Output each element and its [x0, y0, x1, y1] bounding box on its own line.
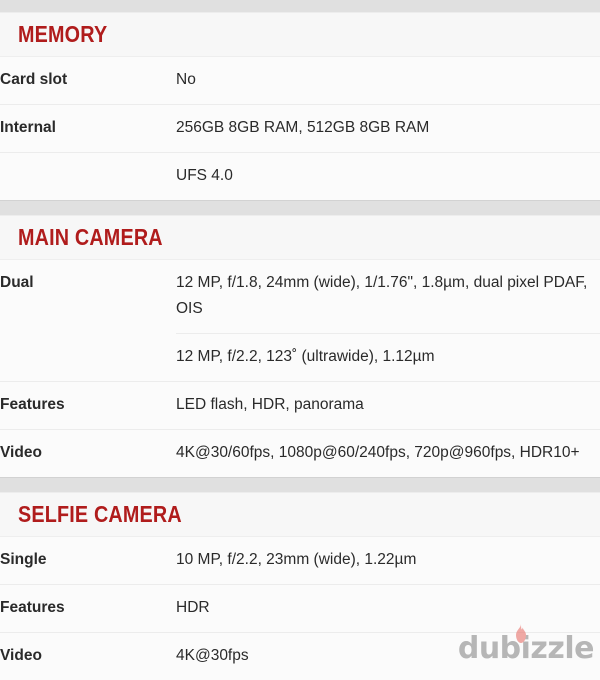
- spec-table-selfie-camera: Single 10 MP, f/2.2, 23mm (wide), 1.22µm…: [0, 537, 600, 680]
- spec-label: Video: [0, 430, 176, 478]
- section-title-main-camera: MAIN CAMERA: [18, 225, 163, 249]
- spec-label: Single: [0, 537, 176, 585]
- spec-label: Features: [0, 585, 176, 633]
- spec-value: UFS 4.0: [176, 153, 600, 201]
- spec-label: Video: [0, 633, 176, 680]
- table-row: Video 4K@30fps: [0, 633, 600, 680]
- table-row: Internal 256GB 8GB RAM, 512GB 8GB RAM: [0, 105, 600, 153]
- spec-value: 4K@30/60fps, 1080p@60/240fps, 720p@960fp…: [176, 430, 600, 478]
- section-title-selfie-camera: SELFIE CAMERA: [18, 502, 182, 526]
- spec-label: Features: [0, 382, 176, 430]
- table-row: 12 MP, f/2.2, 123˚ (ultrawide), 1.12µm: [0, 334, 600, 382]
- section-divider-band: [0, 477, 600, 493]
- table-row: UFS 4.0: [0, 153, 600, 201]
- section-divider-band: [0, 200, 600, 216]
- spec-value: 10 MP, f/2.2, 23mm (wide), 1.22µm: [176, 537, 600, 585]
- table-row: Dual 12 MP, f/1.8, 24mm (wide), 1/1.76",…: [0, 260, 600, 334]
- spec-table-memory: Card slot No Internal 256GB 8GB RAM, 512…: [0, 57, 600, 200]
- spec-value: 12 MP, f/1.8, 24mm (wide), 1/1.76", 1.8µ…: [176, 260, 600, 334]
- section-header-main-camera: MAIN CAMERA: [0, 216, 600, 260]
- spec-value: HDR: [176, 585, 600, 633]
- spec-value: 12 MP, f/2.2, 123˚ (ultrawide), 1.12µm: [176, 334, 600, 382]
- spec-sheet-page: MEMORY Card slot No Internal 256GB 8GB R…: [0, 0, 600, 666]
- table-row: Card slot No: [0, 57, 600, 105]
- spec-label: Card slot: [0, 57, 176, 105]
- table-row: Features HDR: [0, 585, 600, 633]
- spec-label: Internal: [0, 105, 176, 153]
- table-row: Video 4K@30/60fps, 1080p@60/240fps, 720p…: [0, 430, 600, 478]
- spec-label: [0, 334, 176, 382]
- spec-value: LED flash, HDR, panorama: [176, 382, 600, 430]
- section-divider-band-top: [0, 0, 600, 13]
- table-row: Single 10 MP, f/2.2, 23mm (wide), 1.22µm: [0, 537, 600, 585]
- spec-label: Dual: [0, 260, 176, 334]
- spec-value: 256GB 8GB RAM, 512GB 8GB RAM: [176, 105, 600, 153]
- spec-value: 4K@30fps: [176, 633, 600, 680]
- section-title-memory: MEMORY: [18, 22, 107, 46]
- table-row: Features LED flash, HDR, panorama: [0, 382, 600, 430]
- spec-label: [0, 153, 176, 201]
- section-header-selfie-camera: SELFIE CAMERA: [0, 493, 600, 537]
- spec-table-main-camera: Dual 12 MP, f/1.8, 24mm (wide), 1/1.76",…: [0, 260, 600, 477]
- spec-value: No: [176, 57, 600, 105]
- section-header-memory: MEMORY: [0, 13, 600, 57]
